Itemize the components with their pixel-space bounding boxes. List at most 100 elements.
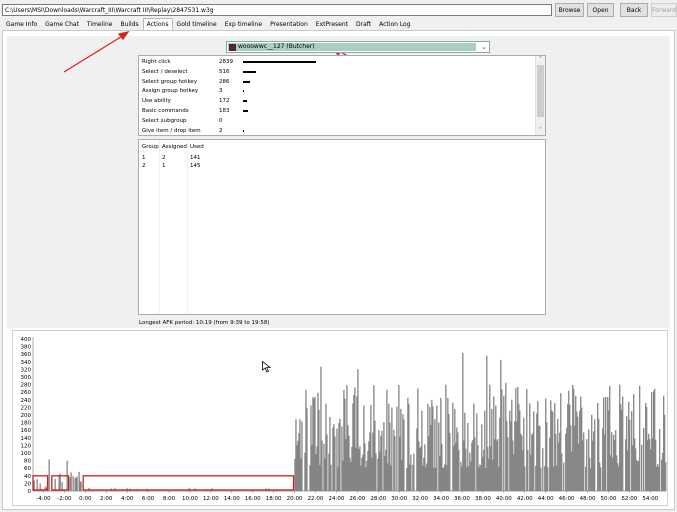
x-tick-label: 26:00 xyxy=(349,496,365,502)
y-tick-label: 340 xyxy=(21,360,32,366)
action-label: Use ability xyxy=(142,98,171,105)
apm-bar xyxy=(330,464,332,491)
action-share-bar xyxy=(243,90,244,93)
y-tick-label: 260 xyxy=(21,390,32,396)
action-row[interactable]: Give item / drop item 2 xyxy=(142,126,532,136)
y-tick-label: 160 xyxy=(21,428,32,434)
action-count: 2839 xyxy=(219,59,233,65)
apm-bar xyxy=(436,405,438,491)
x-tick-label: -4:00 xyxy=(36,496,51,502)
x-tick-label: 46:00 xyxy=(559,496,575,502)
afk-period-text: Longest AFK period: 10:19 (from 9:39 to … xyxy=(139,320,270,326)
action-label: Give item / drop item xyxy=(142,127,201,134)
action-row[interactable]: Assign group hotkey 3 xyxy=(142,86,532,96)
apm-bar xyxy=(524,466,526,491)
apm-bar xyxy=(321,440,323,491)
action-share-bar xyxy=(243,100,247,103)
apm-bar xyxy=(410,454,412,491)
x-tick-label: 0:00 xyxy=(79,496,92,502)
column-divider xyxy=(187,140,188,314)
x-tick-label: 40:00 xyxy=(496,496,512,502)
apm-bar xyxy=(643,427,645,491)
x-tick-label: 42:00 xyxy=(517,496,533,502)
x-tick-label: 48:00 xyxy=(580,496,596,502)
x-tick-label: 6:00 xyxy=(142,496,155,502)
action-count: 0 xyxy=(219,117,223,124)
y-tick-label: 20 xyxy=(24,481,31,487)
apm-bar xyxy=(70,472,72,491)
apm-bar xyxy=(334,436,336,491)
action-share-bar xyxy=(243,80,250,83)
actions-list[interactable]: Right click 2839 Select / deselect 516 Selec… xyxy=(138,55,546,136)
apm-bar xyxy=(641,444,643,491)
y-tick-label: 100 xyxy=(21,451,32,457)
apm-bar xyxy=(659,429,661,491)
player-select[interactable]: wooowwc__127 (Butcher) ⌄ xyxy=(226,41,490,53)
apm-bar xyxy=(48,459,50,491)
y-tick-label: 60 xyxy=(24,466,31,472)
action-count: 172 xyxy=(219,98,230,105)
apm-bar xyxy=(542,448,544,491)
y-tick-label: 200 xyxy=(21,413,32,419)
apm-bar xyxy=(391,407,393,491)
action-share-bar xyxy=(243,129,244,132)
y-tick-label: 120 xyxy=(21,443,32,449)
action-row[interactable]: Basic commands 183 xyxy=(142,106,532,116)
apm-bar xyxy=(36,479,38,491)
apm-bar xyxy=(594,419,596,491)
apm-bar xyxy=(449,432,451,491)
table-cell: 2 xyxy=(162,155,166,161)
y-tick-label: 320 xyxy=(21,367,32,373)
y-tick-label: 280 xyxy=(21,383,32,389)
apm-bar xyxy=(540,467,542,491)
mouse-cursor-icon xyxy=(262,361,271,373)
action-row[interactable]: Select group hotkey 286 xyxy=(142,77,532,87)
column-header-assigned[interactable]: Assigned xyxy=(162,143,187,151)
x-tick-label: 36:00 xyxy=(454,496,470,502)
chevron-down-icon[interactable]: ⌄ xyxy=(481,43,487,51)
apm-bar xyxy=(339,418,341,491)
y-tick-label: 360 xyxy=(21,352,32,358)
apm-bar xyxy=(507,437,509,491)
action-row[interactable]: Select subgroup 0 xyxy=(142,116,532,126)
table-cell: 1 xyxy=(142,155,146,161)
apm-bar xyxy=(394,436,396,491)
x-tick-label: 44:00 xyxy=(538,496,554,502)
column-header-used[interactable]: Used xyxy=(190,143,204,151)
scroll-up-icon[interactable]: ˄ xyxy=(536,56,545,64)
table-cell: 145 xyxy=(190,163,201,169)
action-count: 286 xyxy=(219,78,230,85)
apm-chart-svg: 0 2040 6080 100 120140 160180 200 220240 260280 3… xyxy=(21,337,667,502)
column-header-group[interactable]: Group xyxy=(142,143,159,151)
apm-bar xyxy=(583,432,585,491)
y-tick-label: 0 xyxy=(28,489,32,495)
apm-bar xyxy=(600,467,602,491)
y-tick-label: 140 xyxy=(21,436,32,442)
y-tick-label: 400 xyxy=(21,337,32,343)
table-cell: 1 xyxy=(162,163,166,169)
apm-bar xyxy=(306,408,308,491)
x-tick-label: 30:00 xyxy=(391,496,407,502)
apm-bar xyxy=(76,476,78,491)
hotkey-groups-table[interactable]: Group Assigned Used 1 2 141 2 1 145 xyxy=(138,139,546,315)
actions-list-scrollbar[interactable]: ˄ ˅ xyxy=(535,56,545,135)
y-tick-label: 380 xyxy=(21,345,32,351)
x-tick-label: 54:00 xyxy=(642,496,658,502)
hero-portrait-icon xyxy=(229,43,236,51)
arrow-to-actions-tab xyxy=(63,34,125,73)
y-tick-label: 40 xyxy=(24,474,31,480)
apm-bar xyxy=(586,439,588,491)
apm-bar xyxy=(54,479,56,491)
apm-bar xyxy=(527,450,529,491)
scroll-thumb[interactable] xyxy=(537,65,544,117)
y-tick-label: 80 xyxy=(24,459,31,465)
apm-bar xyxy=(326,434,328,491)
scroll-down-icon[interactable]: ˅ xyxy=(536,127,545,135)
apm-bar xyxy=(533,411,535,491)
action-row[interactable]: Right click 2839 xyxy=(142,57,532,67)
action-label: Assign group hotkey xyxy=(142,88,199,95)
action-row[interactable]: Select / deselect 516 xyxy=(142,67,532,77)
action-row[interactable]: Use ability 172 xyxy=(142,96,532,106)
x-tick-label: -2:00 xyxy=(57,496,72,502)
action-share-bar xyxy=(243,70,256,73)
